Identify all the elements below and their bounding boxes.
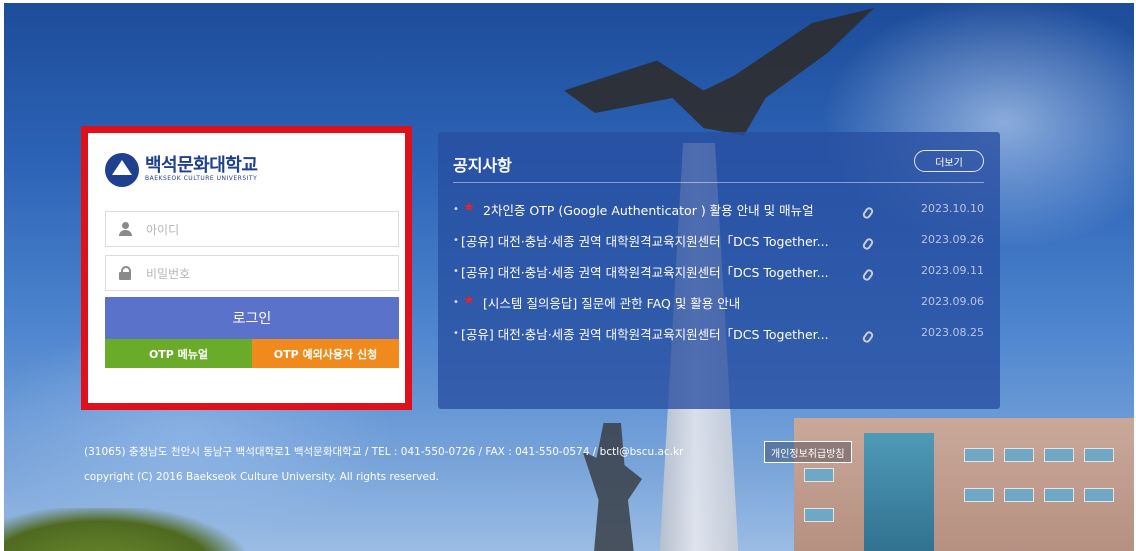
attachment-icon — [861, 205, 875, 221]
attachment-icon — [861, 236, 875, 252]
grass-hill-image — [4, 508, 244, 551]
notice-item-title: [시스템 질의응답] 질문에 관한 FAQ 및 활용 안내 — [483, 296, 741, 311]
notice-item-date: 2023.09.11 — [921, 264, 984, 277]
login-panel: BSCU 백석문화대학교 BAEKSEOK CULTURE UNIVERSITY… — [81, 126, 412, 410]
building-window — [1004, 448, 1034, 462]
bullet-icon: • — [453, 297, 459, 308]
star-icon: ★ — [463, 293, 475, 308]
building-window — [1084, 448, 1114, 462]
building-window — [964, 448, 994, 462]
bullet-icon: • — [453, 266, 459, 277]
emblem-text: BSCU — [112, 173, 132, 180]
notice-item-date: 2023.10.10 — [921, 202, 984, 215]
user-icon — [118, 222, 132, 236]
copyright-text: copyright (C) 2016 Baekseok Culture Univ… — [84, 471, 439, 483]
notice-item[interactable]: • ★ [시스템 질의응답] 질문에 관한 FAQ 및 활용 안내 2023.0… — [453, 291, 984, 322]
bullet-icon: • — [453, 204, 459, 215]
notice-item[interactable]: • [공유] 대전·충남·세종 권역 대학원격교육지원센터「DCS Togeth… — [453, 260, 984, 291]
password-input[interactable] — [144, 263, 388, 285]
building-glass-facade — [864, 433, 934, 551]
building-window — [1044, 448, 1074, 462]
notice-panel: 공지사항 더보기 • ★ 2차인증 OTP (Google Authentica… — [438, 132, 1000, 409]
notice-item-title: [공유] 대전·충남·세종 권역 대학원격교육지원센터「DCS Together… — [461, 234, 829, 249]
university-emblem-icon: BSCU — [105, 153, 139, 187]
otp-manual-button[interactable]: OTP 메뉴얼 — [105, 339, 252, 368]
statue-image — [582, 423, 642, 551]
building-window — [1084, 488, 1114, 502]
privacy-policy-button[interactable]: 개인정보취급방침 — [764, 441, 852, 463]
star-icon: ★ — [463, 200, 475, 215]
notice-item[interactable]: • ★ 2차인증 OTP (Google Authenticator ) 활용 … — [453, 198, 984, 229]
university-english-name: BAEKSEOK CULTURE UNIVERSITY — [145, 175, 258, 182]
bullet-icon: • — [453, 235, 459, 246]
notice-item-title: 2차인증 OTP (Google Authenticator ) 활용 안내 및… — [483, 203, 814, 218]
notice-divider — [453, 182, 984, 183]
building-window — [1044, 488, 1074, 502]
notice-item-date: 2023.09.06 — [921, 295, 984, 308]
notice-list: • ★ 2차인증 OTP (Google Authenticator ) 활용 … — [453, 198, 984, 353]
id-input[interactable] — [144, 219, 388, 241]
footer-address: (31065) 충청남도 천안시 동남구 백석대학로1 백석문화대학교 / TE… — [84, 446, 684, 458]
more-button[interactable]: 더보기 — [914, 150, 984, 172]
building-window — [804, 468, 834, 482]
notice-item-title: [공유] 대전·충남·세종 권역 대학원격교육지원센터「DCS Together… — [461, 265, 829, 280]
attachment-icon — [861, 329, 875, 345]
bullet-icon: • — [453, 328, 459, 339]
building-window — [964, 488, 994, 502]
password-field — [105, 255, 399, 291]
notice-item-date: 2023.09.26 — [921, 233, 984, 246]
building-window — [804, 508, 834, 522]
university-name: 백석문화대학교 — [145, 155, 258, 176]
attachment-icon — [861, 267, 875, 283]
notice-item-title: [공유] 대전·충남·세종 권역 대학원격교육지원센터「DCS Together… — [461, 327, 829, 342]
notice-item-date: 2023.08.25 — [921, 326, 984, 339]
campus-building-image — [794, 418, 1134, 551]
notice-item[interactable]: • [공유] 대전·충남·세종 권역 대학원격교육지원센터「DCS Togeth… — [453, 229, 984, 260]
otp-exception-request-button[interactable]: OTP 예외사용자 신청 — [252, 339, 399, 368]
university-logo: BSCU 백석문화대학교 BAEKSEOK CULTURE UNIVERSITY — [105, 151, 305, 189]
lock-icon — [118, 266, 132, 280]
login-button[interactable]: 로그인 — [105, 297, 399, 339]
id-field — [105, 211, 399, 247]
notice-title: 공지사항 — [453, 156, 512, 175]
notice-item[interactable]: • [공유] 대전·충남·세종 권역 대학원격교육지원센터「DCS Togeth… — [453, 322, 984, 353]
building-window — [1004, 488, 1034, 502]
